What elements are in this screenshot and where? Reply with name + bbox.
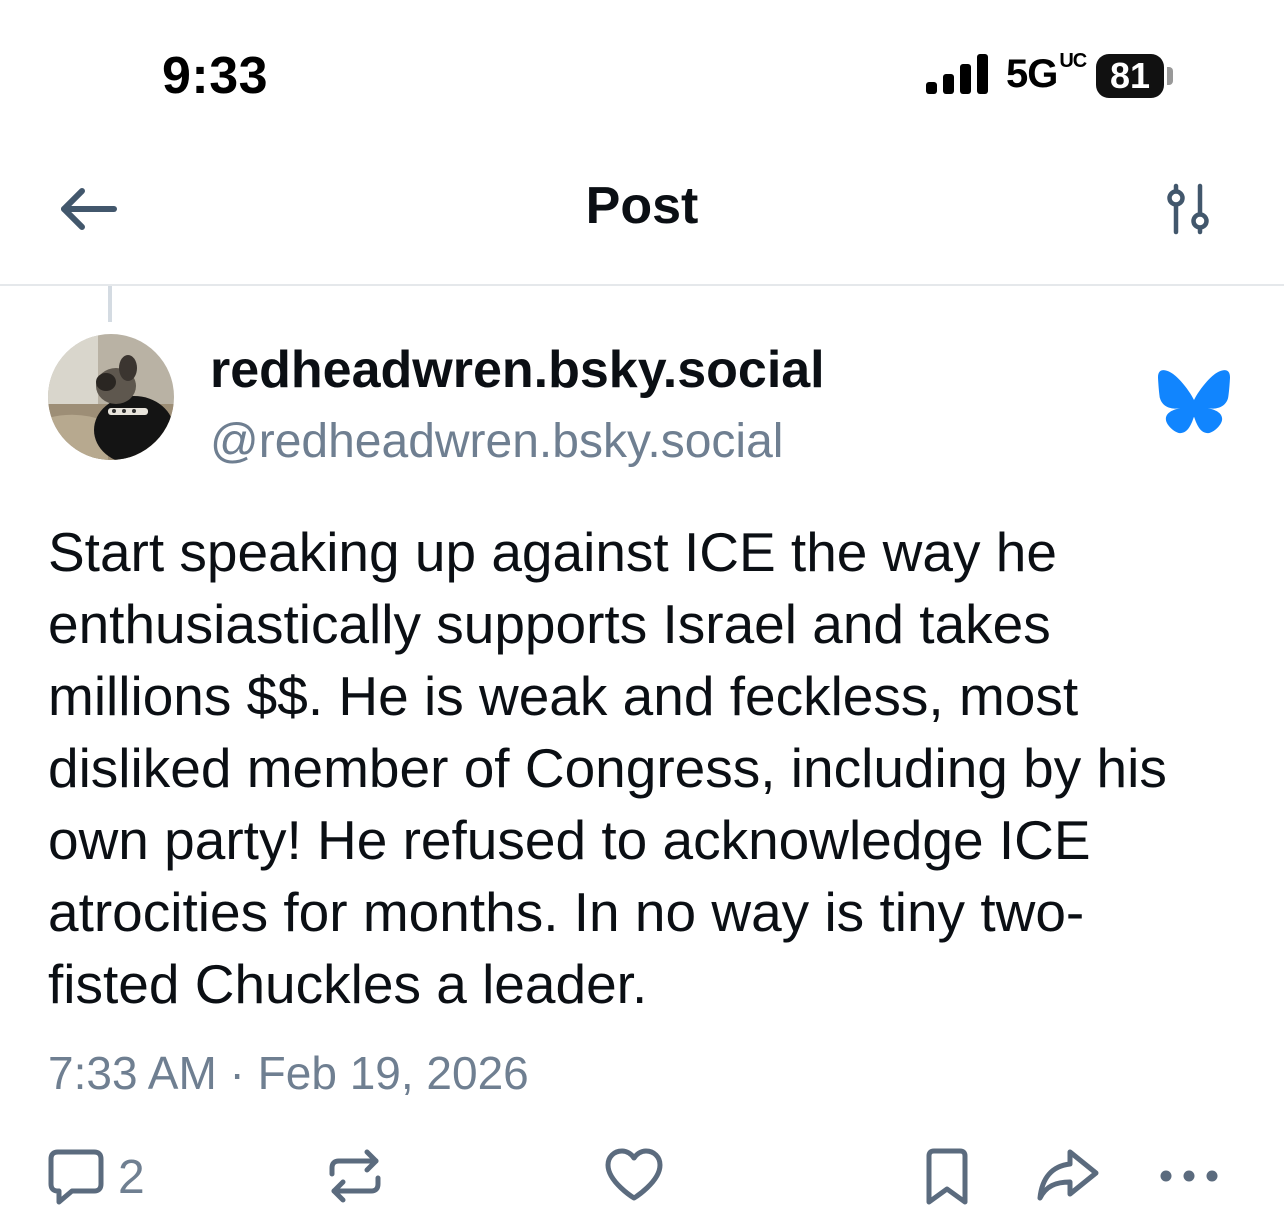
sliders-icon: [1167, 183, 1209, 235]
author-display-name[interactable]: redheadwren.bsky.social: [210, 340, 825, 400]
more-icon: [1160, 1170, 1218, 1182]
bookmark-icon: [926, 1148, 968, 1205]
post-header: Post: [0, 150, 1284, 286]
network-label: 5G: [1006, 52, 1058, 96]
repost-icon: [329, 1149, 381, 1203]
signal-icon: [926, 54, 988, 94]
bluesky-butterfly-icon: [1158, 370, 1230, 434]
heart-icon: [605, 1148, 663, 1201]
avatar-image: [48, 334, 174, 460]
network-indicator: 5G UC: [1006, 50, 1087, 97]
like-button[interactable]: [604, 1148, 664, 1202]
network-badge: UC: [1059, 50, 1087, 72]
author-handle[interactable]: @redheadwren.bsky.social: [210, 414, 783, 469]
more-options-button[interactable]: [1158, 1148, 1220, 1204]
thread-settings-button[interactable]: [1160, 182, 1216, 238]
page-title: Post: [585, 177, 699, 235]
comment-icon: [48, 1149, 104, 1205]
reply-count: 2: [118, 1150, 145, 1204]
post-action-bar: 2: [0, 1140, 1284, 1214]
bookmark-button[interactable]: [924, 1148, 970, 1206]
post-timestamp: 7:33 AM · Feb 19, 2026: [48, 1047, 529, 1099]
share-icon: [1037, 1149, 1099, 1201]
thread-connector-line: [108, 286, 112, 322]
repost-button[interactable]: [326, 1148, 384, 1204]
status-bar: 9:33 5G UC 81: [0, 0, 1284, 150]
post-text: Start speaking up against ICE the way he…: [48, 521, 1167, 1015]
share-button[interactable]: [1036, 1148, 1100, 1202]
avatar[interactable]: [48, 334, 174, 460]
reply-button[interactable]: 2: [48, 1148, 145, 1206]
battery-indicator: 81: [1096, 54, 1164, 98]
battery-cap: [1167, 67, 1173, 85]
status-time: 9:33: [162, 47, 269, 105]
